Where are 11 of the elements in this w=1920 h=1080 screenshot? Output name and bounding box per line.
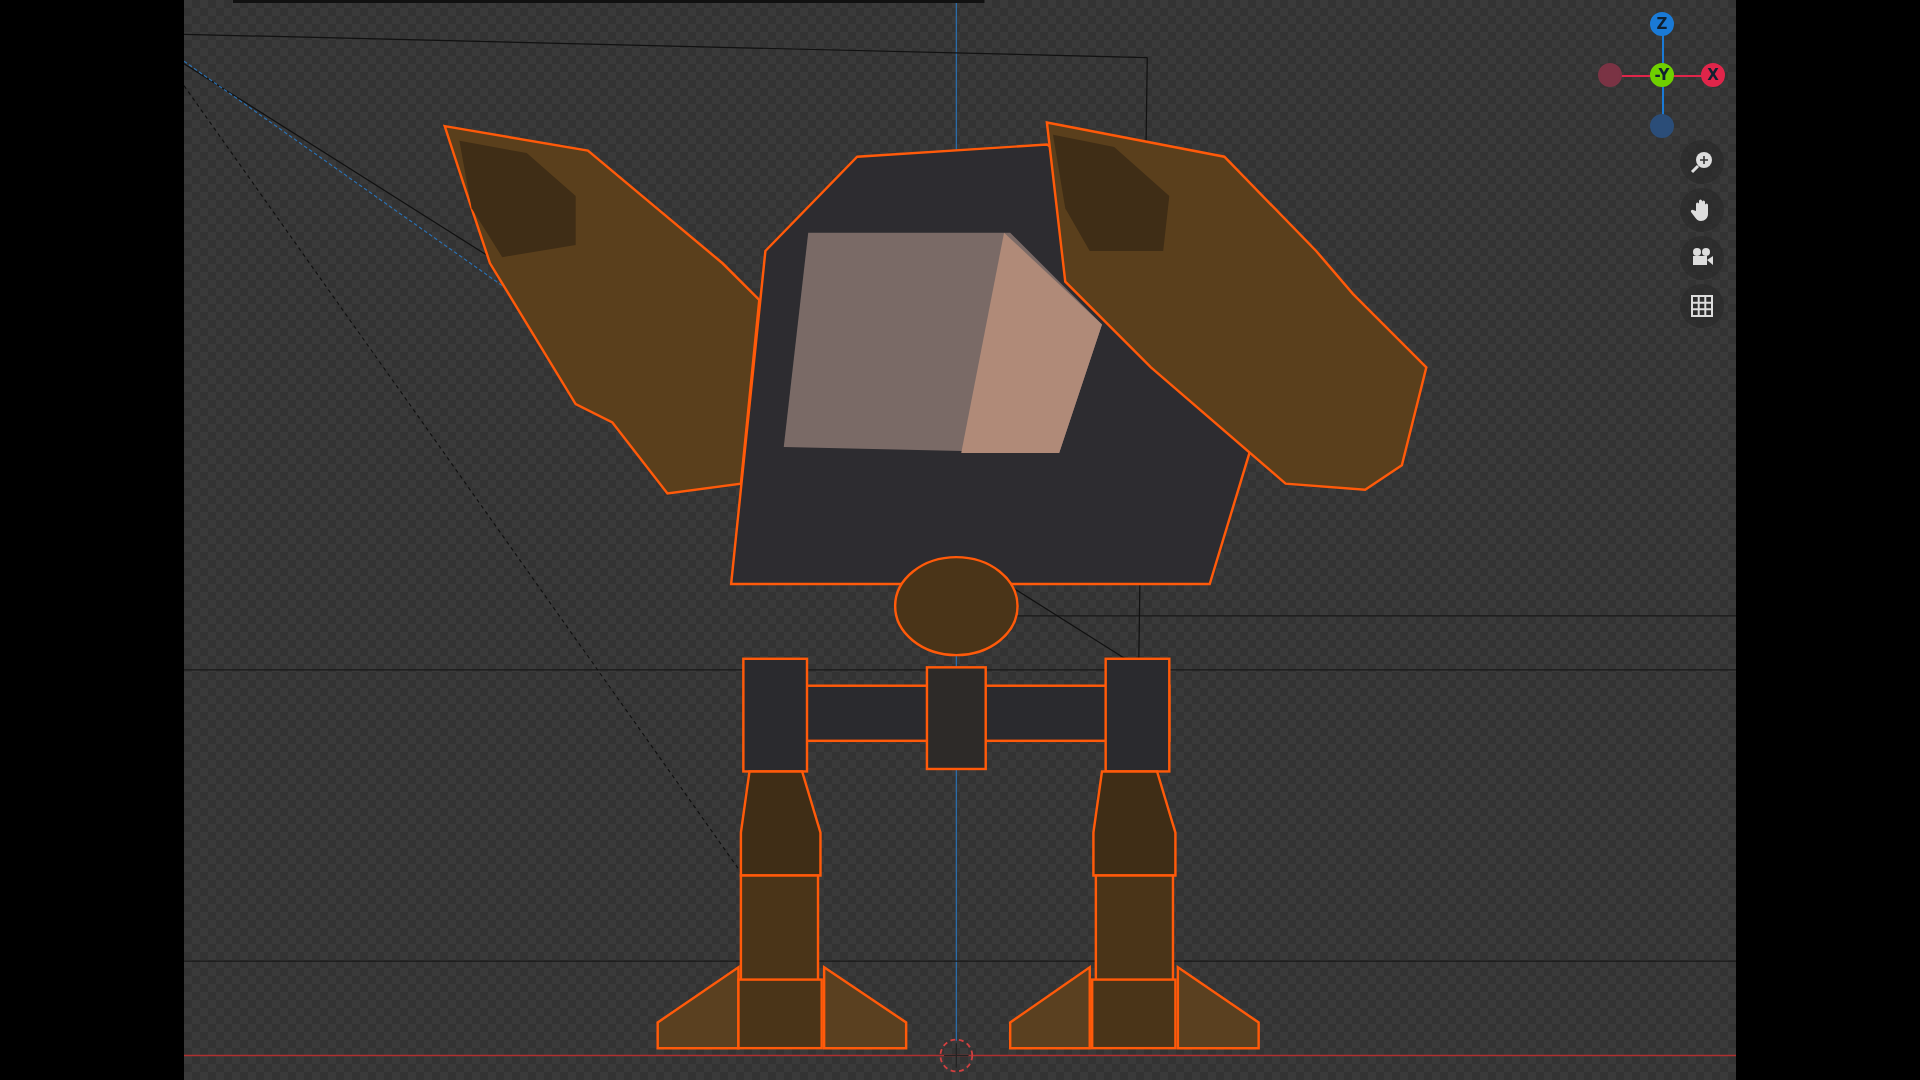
axis-handle[interactable]: Z <box>1650 12 1674 36</box>
grid-icon[interactable] <box>1680 284 1724 328</box>
3d-viewport[interactable]: Z -Y X <box>184 0 1736 1080</box>
hand-icon[interactable] <box>1680 188 1724 232</box>
axis-handle[interactable]: X <box>1701 63 1725 87</box>
3d-cursor-icon <box>939 1038 974 1073</box>
axis-handle[interactable]: -Y <box>1650 63 1674 87</box>
axis-handle[interactable] <box>1650 114 1674 138</box>
camera-icon[interactable] <box>1680 236 1724 280</box>
zoom-icon[interactable] <box>1680 140 1724 184</box>
axis-handle[interactable] <box>1598 63 1622 87</box>
